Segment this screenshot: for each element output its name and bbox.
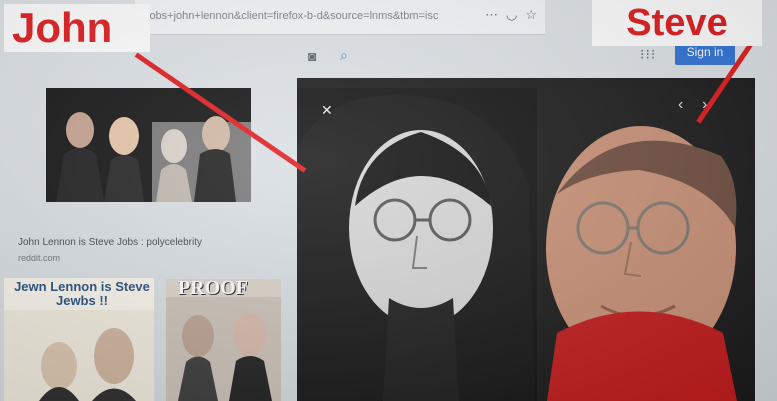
url-actions: ⋯ ◡ ☆ xyxy=(485,7,537,23)
john-label: John xyxy=(4,4,150,52)
comparison-photo xyxy=(297,78,755,401)
url-text: jobs+john+lennon&client=firefox-b-d&sour… xyxy=(147,10,439,22)
address-bar[interactable]: jobs+john+lennon&client=firefox-b-d&sour… xyxy=(135,0,545,35)
steve-label: Steve xyxy=(592,0,762,46)
apps-grid-icon[interactable]: ⁝⁝⁝ xyxy=(640,46,656,63)
search-icon[interactable]: ⌕ xyxy=(340,47,356,63)
result-image-2[interactable]: Jewn Lennon is Steve Jewbs !! xyxy=(4,278,154,401)
result-source: reddit.com xyxy=(18,253,61,263)
pocket-icon[interactable]: ◡ xyxy=(506,7,517,23)
camera-icon[interactable]: ◙ xyxy=(308,48,326,64)
chevron-left-icon[interactable]: ‹ xyxy=(678,96,683,114)
ellipsis-icon[interactable]: ⋯ xyxy=(485,7,498,23)
screen-photo: jobs+john+lennon&client=firefox-b-d&sour… xyxy=(0,0,777,401)
result-image-1[interactable] xyxy=(46,88,251,202)
result-image-3[interactable]: PROOF xyxy=(166,279,281,401)
photo-collage-1 xyxy=(46,88,251,202)
tile2-title: Jewn Lennon is Steve Jewbs !! xyxy=(14,279,150,308)
close-icon[interactable]: ✕ xyxy=(321,102,333,119)
tile3-title: PROOF xyxy=(178,279,248,299)
result-caption[interactable]: John Lennon is Steve Jobs : polycelebrit… xyxy=(18,237,202,248)
image-preview-panel: ✕ ‹ › xyxy=(297,78,755,401)
star-icon[interactable]: ☆ xyxy=(525,7,537,23)
